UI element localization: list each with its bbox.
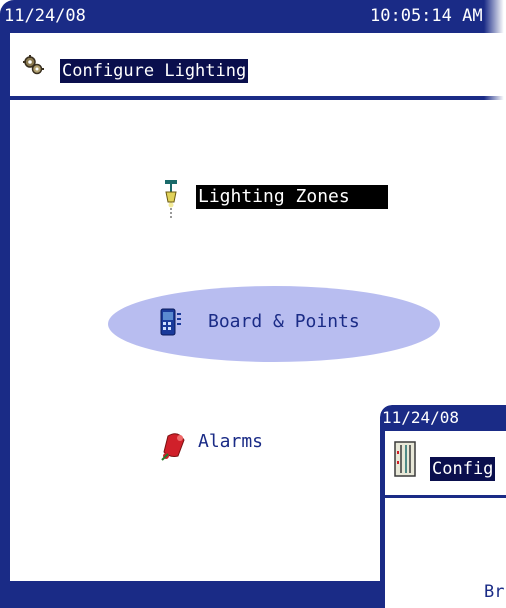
menu-item-board-points[interactable]: Board & Points (108, 286, 440, 362)
overlay-screen: 11/24/08 Config Br (380, 405, 506, 608)
overlay-header-divider (385, 495, 506, 498)
menu-item-lighting-zones[interactable]: Lighting Zones (160, 180, 420, 220)
board-icon (160, 308, 181, 336)
overlay-status-date: 11/24/08 (382, 408, 460, 427)
alarm-bell-icon (161, 433, 185, 461)
bottom-bar (0, 581, 380, 608)
page-title: Configure Lighting (60, 59, 249, 83)
menu-label-alarms: Alarms (198, 431, 264, 452)
overlay-menu-text: Br (484, 582, 505, 602)
menu-label-board-points: Board & Points (208, 311, 360, 332)
frame-left-border (0, 33, 10, 608)
menu-label-lighting-zones: Lighting Zones (196, 185, 388, 209)
header-divider (10, 96, 506, 100)
status-date: 11/24/08 (4, 6, 86, 26)
status-bar: 11/24/08 10:05:14 AM (0, 0, 506, 33)
overlay-status-bar: 11/24/08 (380, 405, 506, 431)
gears-icon (23, 55, 44, 75)
menu-item-alarms[interactable]: Alarms (158, 428, 298, 468)
lamp-icon (165, 180, 177, 218)
overlay-left-border (380, 431, 385, 608)
overlay-title: Config (430, 457, 496, 481)
panel-icon (394, 441, 416, 477)
status-time: 10:05:14 AM (370, 6, 483, 26)
